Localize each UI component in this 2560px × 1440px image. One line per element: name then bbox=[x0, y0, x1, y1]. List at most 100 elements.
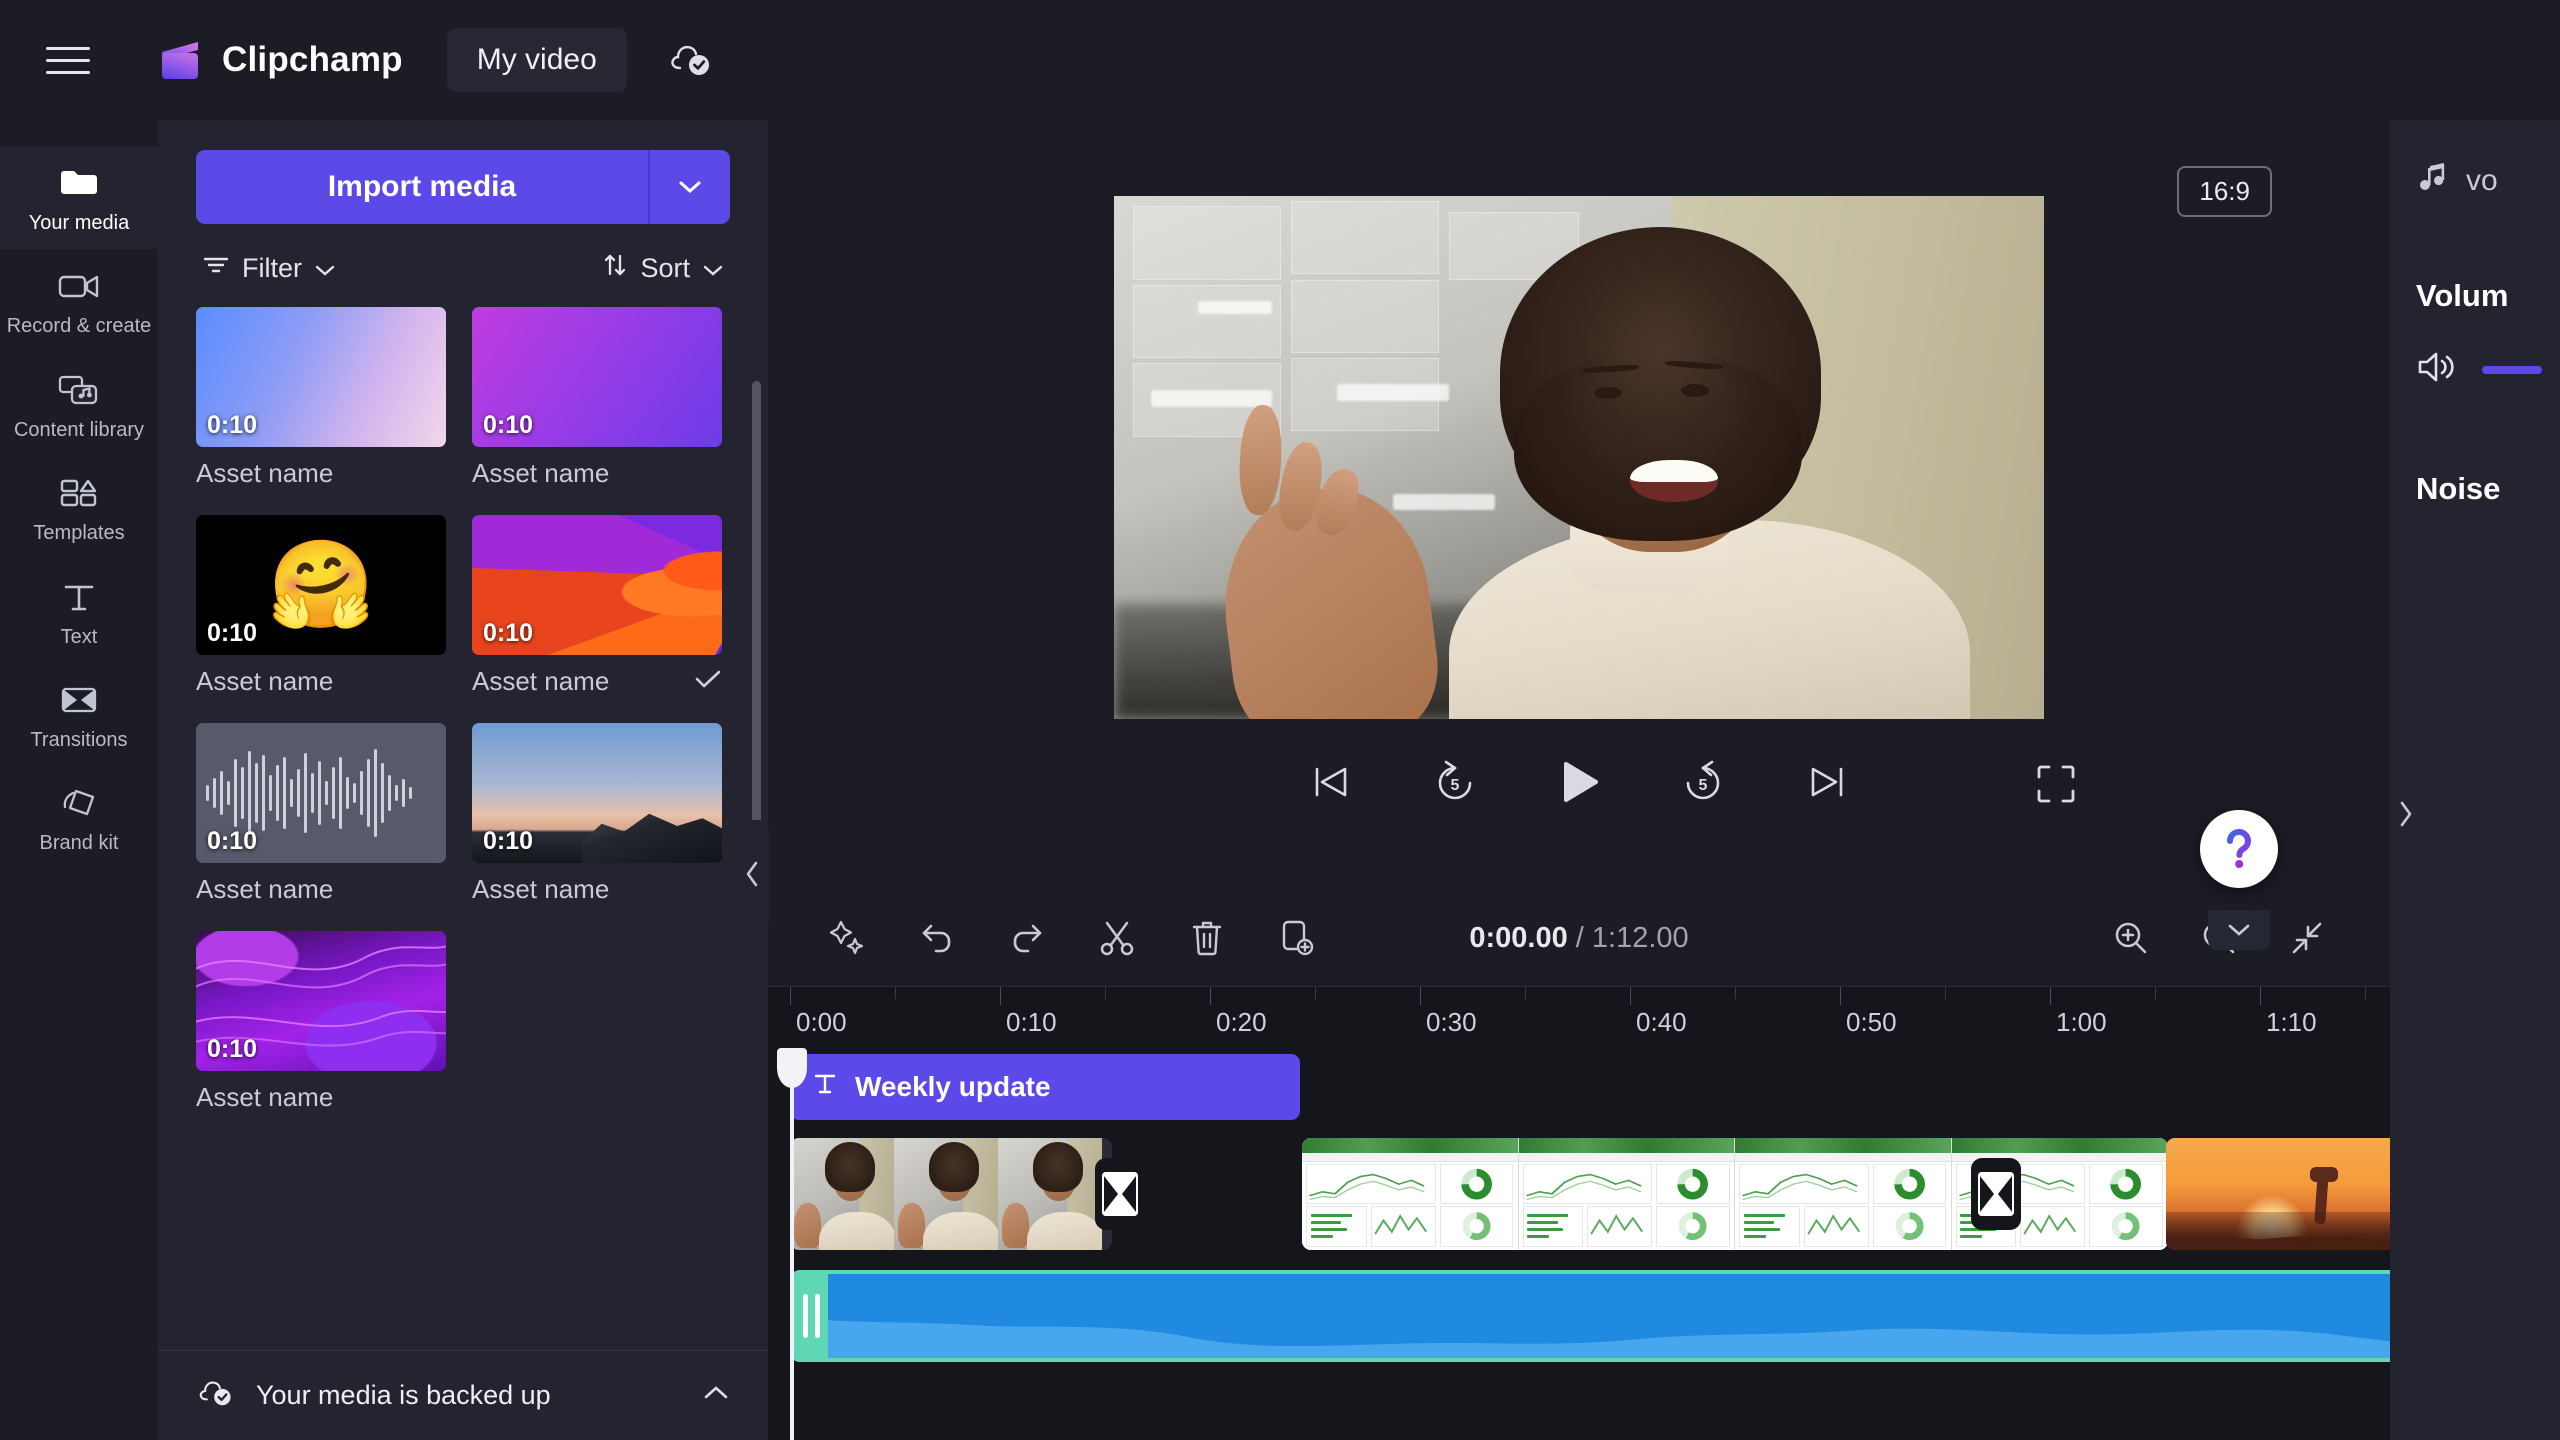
skip-to-start-button[interactable] bbox=[1298, 749, 1364, 815]
sidebar-item-label: Your media bbox=[28, 212, 130, 234]
sidebar-item-label: Content library bbox=[13, 418, 145, 441]
transition-bowtie-icon bbox=[1102, 1172, 1138, 1216]
svg-text:5: 5 bbox=[1451, 777, 1460, 794]
skip-to-end-button[interactable] bbox=[1794, 749, 1860, 815]
asset-name: Asset name bbox=[472, 458, 610, 488]
sort-arrows-icon bbox=[602, 252, 628, 285]
redo-button[interactable] bbox=[998, 909, 1056, 967]
playhead-handle[interactable] bbox=[777, 1048, 807, 1088]
transition-handle[interactable] bbox=[1971, 1158, 2021, 1230]
media-asset-card[interactable]: 🤗 0:10 Asset name bbox=[196, 515, 446, 697]
dashboard-frame bbox=[1735, 1138, 1952, 1250]
asset-thumbnail: 0:10 bbox=[196, 307, 446, 447]
audio-tab[interactable]: vo bbox=[2416, 160, 2560, 202]
media-asset-card[interactable]: 0:10 Asset name bbox=[196, 931, 446, 1113]
svg-text:5: 5 bbox=[1699, 777, 1708, 794]
media-asset-card[interactable]: 0:10 Asset name bbox=[472, 723, 722, 905]
dashboard-frame bbox=[1302, 1138, 1519, 1250]
sidebar-item-transitions[interactable]: Transitions bbox=[0, 663, 158, 766]
ruler-tick-label: 1:00 bbox=[2056, 1007, 2107, 1037]
zoom-in-button[interactable] bbox=[2102, 909, 2160, 967]
play-button[interactable] bbox=[1546, 749, 1612, 815]
timeline-ruler[interactable]: 0:00 0:10 0:20 0:30 0:40 0:50 1:00 1:10 bbox=[768, 986, 2390, 1048]
duplicate-button[interactable] bbox=[1268, 909, 1326, 967]
chevron-left-icon bbox=[743, 859, 761, 894]
properties-panel-collapse-button[interactable] bbox=[2390, 760, 2423, 872]
time-separator: / bbox=[1575, 921, 1584, 954]
video-preview[interactable] bbox=[1114, 196, 2044, 719]
backup-status-label: Your media is backed up bbox=[256, 1380, 551, 1410]
media-panel-collapse-button[interactable] bbox=[735, 820, 769, 932]
aspect-ratio-button[interactable]: 16:9 bbox=[2177, 166, 2272, 217]
asset-name: Asset name bbox=[472, 874, 610, 904]
sidebar-item-your-media[interactable]: Your media bbox=[0, 146, 158, 250]
hamburger-menu-icon[interactable] bbox=[36, 28, 100, 92]
sidebar-item-templates[interactable]: Templates bbox=[0, 456, 158, 559]
audio-clip-left-handle[interactable] bbox=[794, 1274, 828, 1358]
video-clip-presenter[interactable] bbox=[790, 1138, 1112, 1250]
transition-handle[interactable] bbox=[1095, 1158, 1145, 1230]
clipchamp-app: Clipchamp My video Your media Record & c… bbox=[0, 0, 2560, 1440]
playhead[interactable] bbox=[777, 1048, 807, 1440]
help-collapse-button[interactable] bbox=[2208, 910, 2270, 950]
delete-button[interactable] bbox=[1178, 909, 1236, 967]
split-button[interactable] bbox=[1088, 909, 1146, 967]
timeline-tracks[interactable]: Weekly update bbox=[768, 1048, 2390, 1440]
sidebar-item-brand-kit[interactable]: Brand kit bbox=[0, 766, 158, 869]
magic-ai-button[interactable] bbox=[818, 909, 876, 967]
clipchamp-logo-icon bbox=[158, 40, 204, 80]
undo-button[interactable] bbox=[908, 909, 966, 967]
timeline: 0:00.00 / 1:12.00 0:00 0:10 0:20 0:30 0:… bbox=[768, 890, 2390, 1440]
sidebar-item-text[interactable]: Text bbox=[0, 560, 158, 663]
import-media-dropdown-button[interactable] bbox=[648, 150, 730, 224]
project-title-button[interactable]: My video bbox=[446, 28, 627, 92]
media-panel-scrollbar[interactable] bbox=[752, 381, 761, 891]
media-asset-list[interactable]: 0:10 Asset name 0:10 Asset name 🤗 0:10 A… bbox=[158, 285, 768, 1350]
dashboard-clip[interactable] bbox=[1302, 1138, 2168, 1250]
forward-5s-button[interactable]: 5 bbox=[1670, 749, 1736, 815]
question-mark-icon bbox=[2235, 860, 2244, 868]
sidebar-item-record-create[interactable]: Record & create bbox=[0, 249, 158, 352]
filter-dropdown[interactable]: Filter bbox=[202, 253, 336, 284]
asset-name: Asset name bbox=[196, 874, 334, 904]
track-audio bbox=[768, 1270, 2390, 1366]
volume-slider[interactable] bbox=[2482, 365, 2542, 374]
sidebar-item-content-library[interactable]: Content library bbox=[0, 353, 158, 456]
audio-tab-label: vo bbox=[2466, 164, 2498, 197]
media-asset-card[interactable]: 0:10 Asset name bbox=[196, 307, 446, 489]
help-button[interactable] bbox=[2200, 810, 2278, 888]
asset-duration: 0:10 bbox=[483, 619, 534, 647]
sort-dropdown[interactable]: Sort bbox=[602, 252, 724, 285]
brand-name: Clipchamp bbox=[222, 40, 403, 79]
audio-clip[interactable] bbox=[790, 1270, 2390, 1362]
sidebar-item-label: Text bbox=[60, 625, 98, 648]
fit-to-screen-button[interactable] bbox=[2278, 909, 2336, 967]
asset-duration: 0:10 bbox=[207, 619, 258, 647]
media-asset-card[interactable]: 0:10 Asset name bbox=[472, 307, 722, 489]
media-asset-card[interactable]: 0:10 Asset name bbox=[472, 515, 722, 697]
app-header: Clipchamp My video bbox=[0, 0, 2560, 120]
sunset-clip[interactable] bbox=[2166, 1138, 2390, 1250]
track-text: Weekly update bbox=[768, 1054, 2390, 1120]
app-body: Your media Record & create Content libra… bbox=[0, 120, 2560, 1440]
media-asset-card[interactable]: 0:10 Asset name bbox=[196, 723, 446, 905]
text-clip[interactable]: Weekly update bbox=[790, 1054, 1300, 1120]
chevron-up-icon[interactable] bbox=[702, 1384, 730, 1407]
speaker-volume-icon bbox=[2416, 348, 2460, 391]
fullscreen-button[interactable] bbox=[2023, 751, 2089, 817]
player-controls: 5 5 bbox=[768, 749, 2390, 815]
left-rail: Your media Record & create Content libra… bbox=[0, 120, 158, 1440]
ruler-tick-label: 1:10 bbox=[2266, 1007, 2317, 1037]
preview-stage: 16:9 5 5 bbox=[768, 120, 2390, 950]
cloud-check-icon[interactable] bbox=[667, 36, 715, 84]
center-column: 16:9 5 5 0:00.00 / 1:12.00 0:00 0:10 0:2… bbox=[768, 120, 2390, 1440]
import-media-button[interactable]: Import media bbox=[196, 150, 648, 224]
video-camera-icon bbox=[58, 266, 100, 306]
asset-thumbnail: 0:10 bbox=[196, 931, 446, 1071]
rewind-5s-button[interactable]: 5 bbox=[1422, 749, 1488, 815]
asset-duration: 0:10 bbox=[483, 411, 534, 439]
text-clip-label: Weekly update bbox=[855, 1071, 1051, 1102]
backup-status-bar[interactable]: Your media is backed up bbox=[158, 1350, 768, 1440]
volume-control-row[interactable] bbox=[2416, 348, 2560, 391]
current-time: 0:00.00 bbox=[1469, 921, 1568, 954]
